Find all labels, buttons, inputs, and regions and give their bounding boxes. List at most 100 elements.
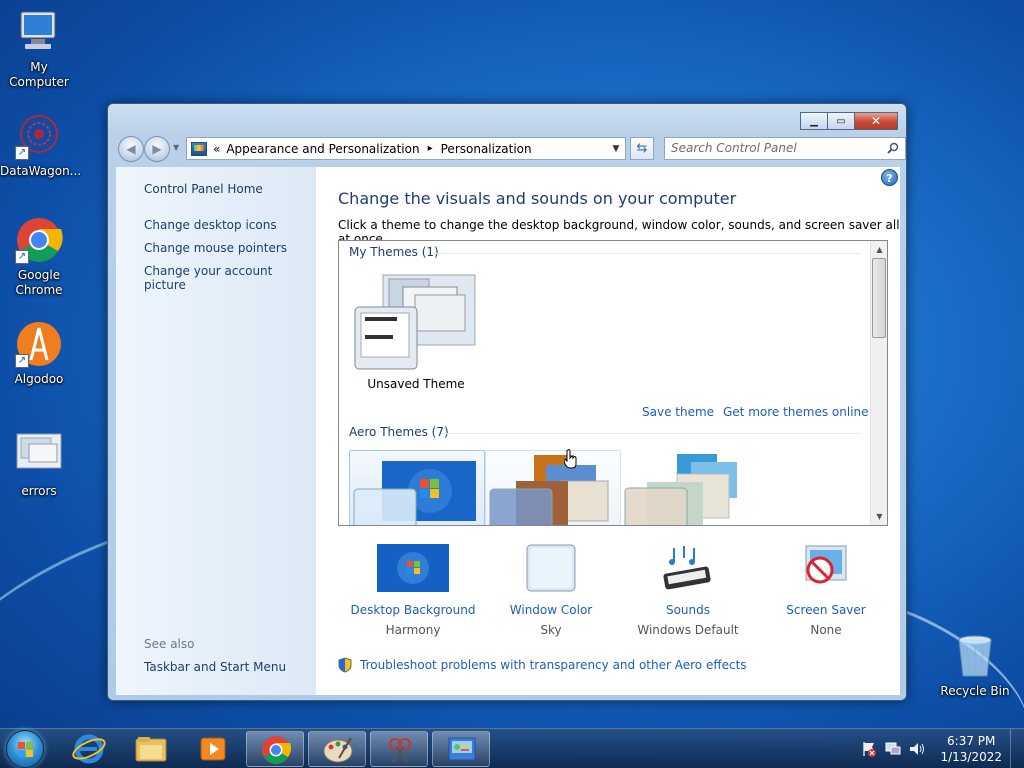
desktop-icon-errors[interactable]: errors	[0, 432, 78, 499]
taskbar-clock[interactable]: 6:37 PM 1/13/2022	[940, 733, 1002, 765]
window-color-setting[interactable]: Window Color Sky	[486, 544, 616, 637]
group-divider	[441, 433, 861, 434]
desktop-icon-label: Recycle Bin	[940, 684, 1010, 698]
start-button[interactable]	[6, 730, 44, 768]
theme-characters[interactable]	[621, 450, 757, 525]
control-panel-icon	[448, 737, 476, 761]
desktop-icon-label: DataWagon...	[0, 164, 82, 178]
action-center-flag-icon[interactable]	[860, 740, 878, 758]
screen-saver-value: None	[810, 623, 842, 637]
troubleshoot-link[interactable]: Troubleshoot problems with transparency …	[338, 657, 747, 673]
desktop-icon-recycle-bin[interactable]: Recycle Bin	[936, 632, 1014, 699]
desktop-icon-google-chrome[interactable]: ↗ Google Chrome	[0, 216, 78, 298]
theme-unsaved[interactable]: Unsaved Theme	[353, 273, 479, 391]
scroll-thumb[interactable]	[872, 258, 886, 338]
datawagon-icon: ↗	[15, 112, 63, 160]
taskbar-internet-explorer[interactable]	[60, 731, 118, 767]
network-icon[interactable]	[884, 740, 902, 758]
see-also-heading: See also	[144, 637, 195, 651]
theme-architecture[interactable]	[485, 450, 621, 525]
theme-windows-7[interactable]	[349, 450, 485, 525]
themes-list[interactable]: My Themes (1) Unsaved Theme Save theme G…	[338, 240, 888, 526]
breadcrumb-separator[interactable]: ▸	[428, 143, 433, 154]
algodoo-icon: ↗	[15, 320, 63, 368]
search-placeholder: Search Control Panel	[671, 141, 797, 155]
image-file-icon	[15, 432, 63, 480]
minimize-button[interactable]: ▁	[800, 112, 828, 130]
change-account-picture-link[interactable]: Change your account picture	[144, 264, 316, 292]
shield-icon	[338, 657, 352, 673]
breadcrumb-overflow[interactable]: «	[213, 142, 220, 156]
characters-theme-thumbnail	[624, 454, 737, 525]
desktop-icon-algodoo[interactable]: ↗ Algodoo	[0, 320, 78, 387]
personalization-window[interactable]: ▁ ▭ ✕ ◀ ▶ ▼ « Appearance and Personaliza…	[107, 103, 907, 701]
troubleshoot-link-text[interactable]: Troubleshoot problems with transparency …	[360, 658, 747, 672]
search-input[interactable]: Search Control Panel	[664, 137, 906, 160]
scissors-icon	[389, 738, 411, 763]
save-theme-link[interactable]: Save theme	[642, 405, 714, 419]
close-button[interactable]: ✕	[854, 112, 898, 130]
recent-pages-dropdown[interactable]: ▼	[173, 143, 179, 152]
window-color-value: Sky	[540, 623, 562, 637]
unsaved-theme-label: Unsaved Theme	[367, 377, 465, 391]
taskbar-paint[interactable]	[308, 731, 366, 767]
hand-cursor-icon	[564, 449, 577, 469]
clock-date: 1/13/2022	[940, 750, 1002, 764]
desktop-icon-label: My Computer	[9, 60, 69, 89]
group-divider	[434, 253, 861, 254]
help-icon[interactable]: ?	[881, 169, 898, 186]
windows-7-theme-thumbnail	[353, 461, 476, 525]
my-themes-heading: My Themes (1)	[349, 245, 439, 259]
window-color-title: Window Color	[509, 603, 593, 617]
address-bar[interactable]: « Appearance and Personalization ▸ Perso…	[186, 137, 626, 160]
desktop-icon-my-computer[interactable]: My Computer	[0, 8, 78, 90]
folder-icon	[135, 737, 167, 762]
shortcut-arrow-icon: ↗	[15, 354, 29, 368]
taskbar-start-menu-link[interactable]: Taskbar and Start Menu	[144, 660, 286, 674]
maximize-button[interactable]: ▭	[827, 112, 855, 130]
sounds-setting[interactable]: Sounds Windows Default	[623, 544, 753, 637]
control-panel-home-link[interactable]: Control Panel Home	[144, 182, 263, 196]
windows-logo-icon	[18, 742, 33, 757]
scroll-down-button[interactable]: ▼	[871, 508, 887, 525]
volume-icon[interactable]	[908, 740, 926, 758]
architecture-theme-thumbnail	[489, 455, 609, 525]
breadcrumb-personalization[interactable]: Personalization	[441, 142, 532, 156]
address-dropdown-icon[interactable]: ▼	[607, 144, 625, 154]
taskbar-media-player[interactable]	[184, 731, 242, 767]
internet-explorer-icon	[72, 734, 106, 764]
window-color-thumbnail	[526, 544, 576, 592]
desktop-background-title: Desktop Background	[350, 603, 476, 617]
desktop-background-thumbnail	[377, 544, 449, 592]
taskbar-google-chrome[interactable]	[246, 731, 304, 767]
taskbar-file-explorer[interactable]	[122, 731, 180, 767]
taskbar-snipping-tool[interactable]	[370, 731, 428, 767]
screen-saver-setting[interactable]: Screen Saver None	[761, 544, 891, 637]
shortcut-arrow-icon: ↗	[15, 250, 29, 264]
taskbar-control-panel[interactable]	[432, 731, 490, 767]
window-controls: ▁ ▭ ✕	[800, 112, 898, 130]
taskbar: 6:37 PM 1/13/2022	[0, 728, 1024, 768]
desktop-background-setting[interactable]: Desktop Background Harmony	[348, 544, 478, 637]
change-desktop-icons-link[interactable]: Change desktop icons	[144, 218, 277, 232]
desktop-icon-label: errors	[21, 484, 57, 498]
back-button[interactable]: ◀	[118, 136, 144, 162]
media-player-icon	[200, 737, 226, 761]
breadcrumb-appearance[interactable]: Appearance and Personalization	[226, 142, 419, 156]
search-icon[interactable]	[887, 142, 899, 154]
change-mouse-pointers-link[interactable]: Change mouse pointers	[144, 241, 287, 255]
control-panel-icon	[191, 141, 207, 156]
recycle-bin-icon	[951, 632, 999, 680]
chrome-icon: ↗	[15, 216, 63, 264]
scroll-up-button[interactable]: ▲	[871, 241, 887, 258]
refresh-button[interactable]: ⇆	[630, 137, 654, 160]
sounds-title: Sounds	[665, 603, 711, 617]
show-desktop-button[interactable]	[1010, 729, 1024, 768]
clock-time: 6:37 PM	[947, 734, 996, 748]
desktop-icon-datawagon[interactable]: ↗ DataWagon...	[0, 112, 82, 179]
themes-scrollbar[interactable]: ▲ ▼	[870, 241, 887, 525]
get-more-themes-link[interactable]: Get more themes online	[723, 405, 869, 419]
navigation-bar: ◀ ▶ ▼ « Appearance and Personalization ▸…	[116, 136, 906, 162]
forward-button[interactable]: ▶	[144, 136, 170, 162]
shortcut-arrow-icon: ↗	[15, 146, 29, 160]
